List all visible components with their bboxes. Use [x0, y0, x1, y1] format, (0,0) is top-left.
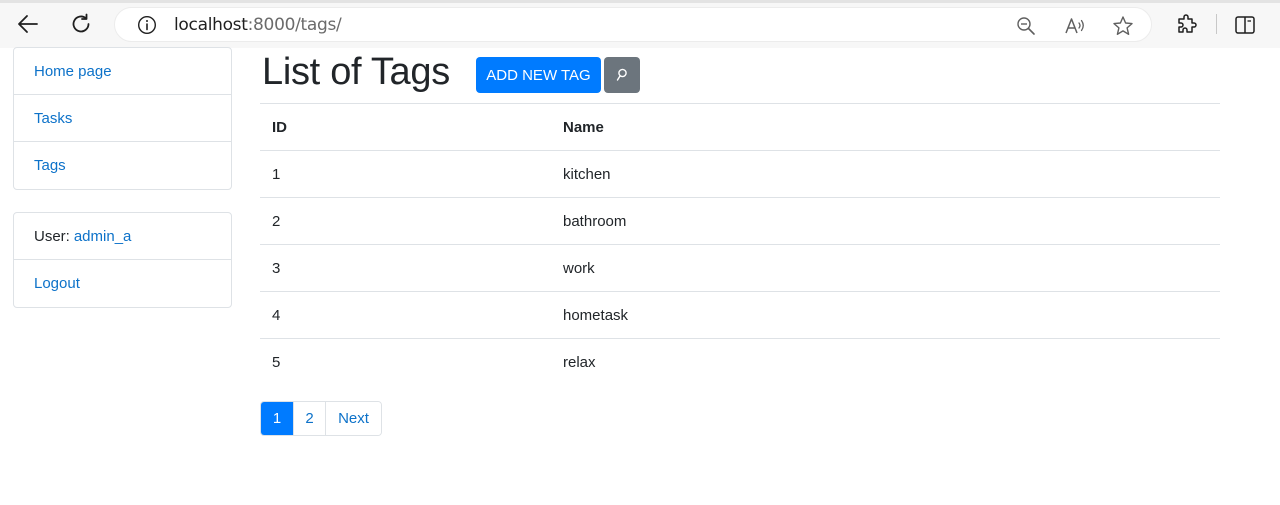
page-1-link[interactable]: 1 [261, 402, 294, 435]
back-icon [18, 15, 38, 33]
browser-toolbar: localhost:8000/tags/ [0, 0, 1280, 48]
favorite-star-icon [1113, 16, 1133, 35]
sidebar-item-home[interactable]: Home page [14, 48, 231, 95]
table-row: 5 relax [260, 338, 1220, 386]
sidebar-nav: Home page Tasks Tags [13, 47, 232, 190]
split-screen-icon[interactable] [1233, 13, 1257, 37]
tag-name-cell: work [551, 244, 1220, 292]
tag-id-cell: 2 [260, 197, 551, 245]
read-aloud-button[interactable] [1064, 15, 1086, 37]
logout-link[interactable]: Logout [34, 275, 80, 292]
tab-strip-edge [0, 0, 1280, 3]
reload-button[interactable] [65, 8, 97, 40]
zoom-button[interactable] [1015, 15, 1037, 37]
username-link[interactable]: admin_a [74, 228, 132, 245]
home-page-link[interactable]: Home page [34, 63, 112, 80]
column-header-name: Name [551, 103, 1220, 151]
add-new-tag-button[interactable]: ADD NEW TAG [476, 57, 601, 93]
next-page-link[interactable]: Next [326, 402, 381, 435]
sidebar-item-tasks[interactable]: Tasks [14, 95, 231, 142]
tag-id-cell: 5 [260, 338, 551, 386]
table-header-row: ID Name [260, 103, 1220, 151]
url-text[interactable]: localhost:8000/tags/ [174, 15, 342, 35]
user-info: User: admin_a [14, 213, 231, 260]
sidebar-user-panel: User: admin_a Logout [13, 212, 232, 308]
sidebar-item-tags[interactable]: Tags [14, 142, 231, 189]
tag-id-cell: 1 [260, 150, 551, 198]
back-button[interactable] [12, 8, 44, 40]
address-bar[interactable]: localhost:8000/tags/ [114, 7, 1152, 42]
tasks-link[interactable]: Tasks [34, 110, 72, 127]
table-row: 3 work [260, 244, 1220, 292]
tag-id-cell: 3 [260, 244, 551, 292]
favorite-button[interactable] [1112, 15, 1134, 37]
reload-icon [72, 13, 90, 33]
extensions-icon[interactable] [1175, 13, 1199, 37]
main-content: List of Tags ADD NEW TAG ID Name 1 kitch… [260, 48, 1220, 386]
zoom-out-icon [1017, 17, 1035, 35]
page-title: List of Tags [262, 51, 450, 93]
tags-link[interactable]: Tags [34, 157, 66, 174]
tag-name-cell: hometask [551, 291, 1220, 339]
tag-name-cell: kitchen [551, 150, 1220, 198]
url-host: localhost [174, 15, 248, 35]
toolbar-divider [1216, 14, 1217, 34]
user-label: User: [34, 227, 70, 245]
table-row: 2 bathroom [260, 197, 1220, 245]
sidebar-item-logout[interactable]: Logout [14, 260, 231, 307]
url-path: :8000/tags/ [247, 15, 342, 35]
tags-table: ID Name 1 kitchen 2 bathroom 3 work 4 ho… [260, 103, 1220, 386]
page-header: List of Tags ADD NEW TAG [260, 48, 1220, 103]
tag-id-cell: 4 [260, 291, 551, 339]
pagination: 1 2 Next [260, 401, 382, 436]
search-button[interactable] [604, 57, 640, 93]
tag-name-cell: relax [551, 338, 1220, 386]
column-header-id: ID [260, 103, 551, 151]
tag-name-cell: bathroom [551, 197, 1220, 245]
read-aloud-icon [1065, 18, 1084, 34]
page-2-link[interactable]: 2 [294, 402, 326, 435]
table-row: 1 kitchen [260, 150, 1220, 198]
search-icon [616, 68, 627, 81]
table-row: 4 hometask [260, 291, 1220, 339]
site-info-icon[interactable] [137, 15, 157, 35]
